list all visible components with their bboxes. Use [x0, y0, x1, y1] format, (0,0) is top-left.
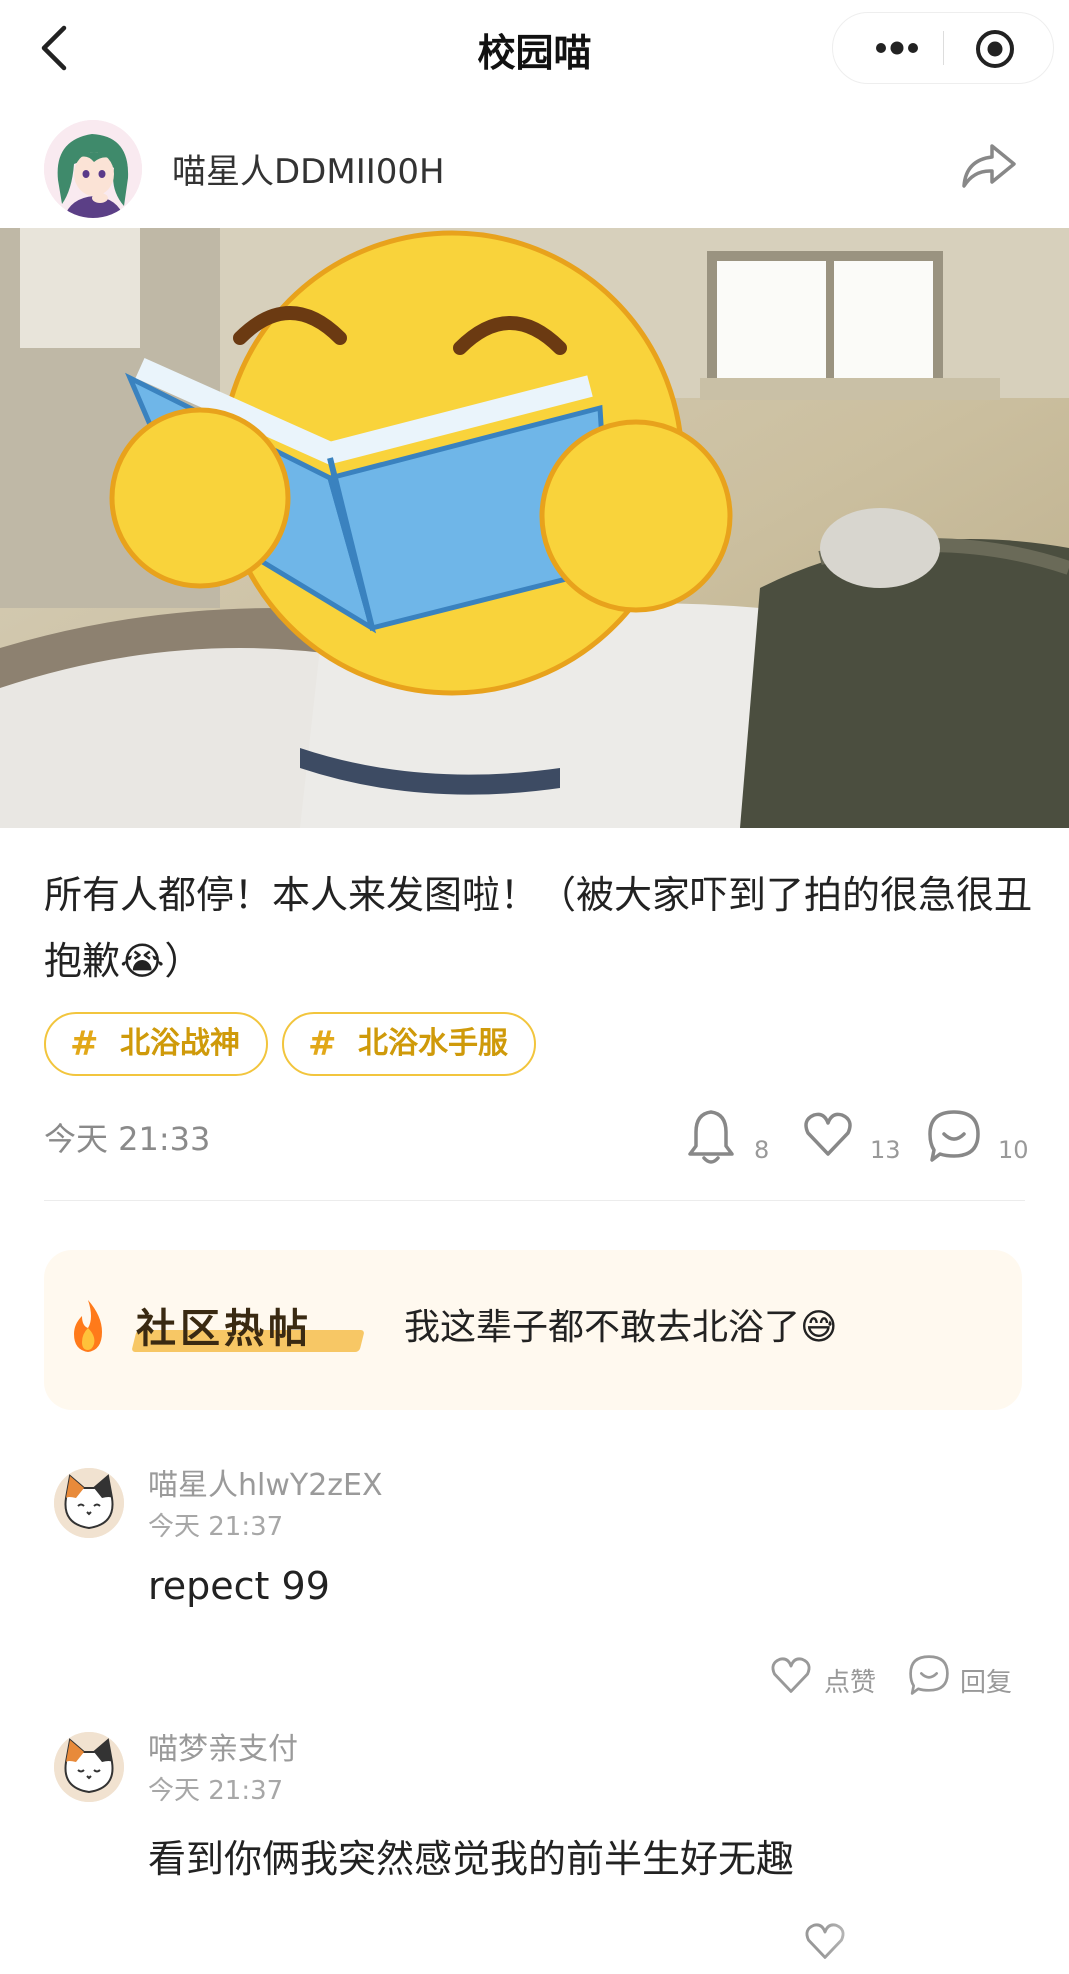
more-dots-icon: [876, 41, 918, 55]
comment-reply-button[interactable]: 回复: [906, 1652, 1036, 1702]
post-photo[interactable]: [0, 228, 1069, 828]
capsule-divider: [943, 31, 944, 65]
post-meta-row: 今天 21:33 8 13 10: [0, 1100, 1069, 1180]
reply-label: 回复: [960, 1668, 1013, 1698]
cat-avatar-image: [54, 1468, 124, 1538]
comment-time: 今天 21:37: [148, 1512, 284, 1542]
hot-post-title: 我这辈子都不敢去北浴了😅: [404, 1307, 838, 1348]
like-count: 13: [870, 1136, 901, 1164]
post-text: 所有人都停！本人来发图啦！（被大家吓到了拍的很急很丑抱歉😭）: [44, 873, 1033, 983]
author-row: 喵星人DDMII00H: [0, 110, 1069, 220]
hot-label: 社区热帖: [136, 1306, 312, 1352]
comment-text: repect 99: [148, 1564, 330, 1608]
commenter-name[interactable]: 喵星人hlwY2zEX: [148, 1460, 383, 1504]
top-bar: 校园喵: [0, 0, 1069, 96]
like-label: 点赞: [824, 1668, 877, 1698]
mini-program-capsule: [832, 12, 1054, 84]
comment-text: 看到你俩我突然感觉我的前半生好无趣: [148, 1837, 795, 1881]
author-avatar[interactable]: [44, 120, 142, 218]
divider: [44, 1200, 1025, 1201]
commenter-avatar[interactable]: [54, 1468, 124, 1538]
target-close-icon: [976, 30, 1014, 68]
comment-item: 喵星人hlwY2zEX 今天 21:37 repect 99 点赞 回复: [0, 1456, 1069, 1716]
heart-icon: [771, 1657, 811, 1693]
share-arrow-icon: [962, 144, 1016, 188]
comment-like-button[interactable]: 点赞: [768, 1652, 898, 1702]
tag-chip[interactable]: # 北浴战神: [44, 1012, 268, 1076]
author-name[interactable]: 喵星人DDMII00H: [172, 144, 445, 193]
tag-label: 北浴战神: [120, 1026, 240, 1061]
hot-post-card[interactable]: 社区热帖 我这辈子都不敢去北浴了😅: [44, 1250, 1022, 1410]
comment-bubble-icon: [909, 1655, 949, 1695]
bell-icon: [688, 1110, 734, 1164]
commenter-name[interactable]: 喵梦亲支付: [148, 1724, 298, 1768]
comment-button[interactable]: 10: [924, 1106, 1034, 1166]
like-button[interactable]: 13: [800, 1106, 901, 1166]
anime-avatar-image: [44, 120, 142, 218]
notify-count: 8: [754, 1136, 770, 1164]
more-button[interactable]: [867, 33, 927, 63]
flame-icon: [74, 1300, 102, 1352]
comment-bubble-icon: [928, 1110, 980, 1162]
close-button[interactable]: [973, 27, 1017, 71]
share-button[interactable]: [958, 138, 1018, 192]
commenter-avatar[interactable]: [54, 1732, 124, 1802]
tag-label: 北浴水手服: [358, 1026, 508, 1061]
page-fade-overlay: [822, 1910, 1022, 1974]
post-photo-image: [0, 228, 1069, 828]
comment-count: 10: [998, 1136, 1029, 1164]
comment-time: 今天 21:37: [148, 1776, 284, 1806]
cat-avatar-image: [54, 1732, 124, 1802]
hashtag-icon: #: [70, 1024, 99, 1064]
tag-chip[interactable]: # 北浴水手服: [282, 1012, 536, 1076]
heart-icon: [804, 1112, 852, 1156]
post-time: 今天 21:33: [44, 1120, 211, 1158]
hashtag-icon: #: [308, 1024, 337, 1064]
notify-button[interactable]: 8: [684, 1106, 774, 1166]
